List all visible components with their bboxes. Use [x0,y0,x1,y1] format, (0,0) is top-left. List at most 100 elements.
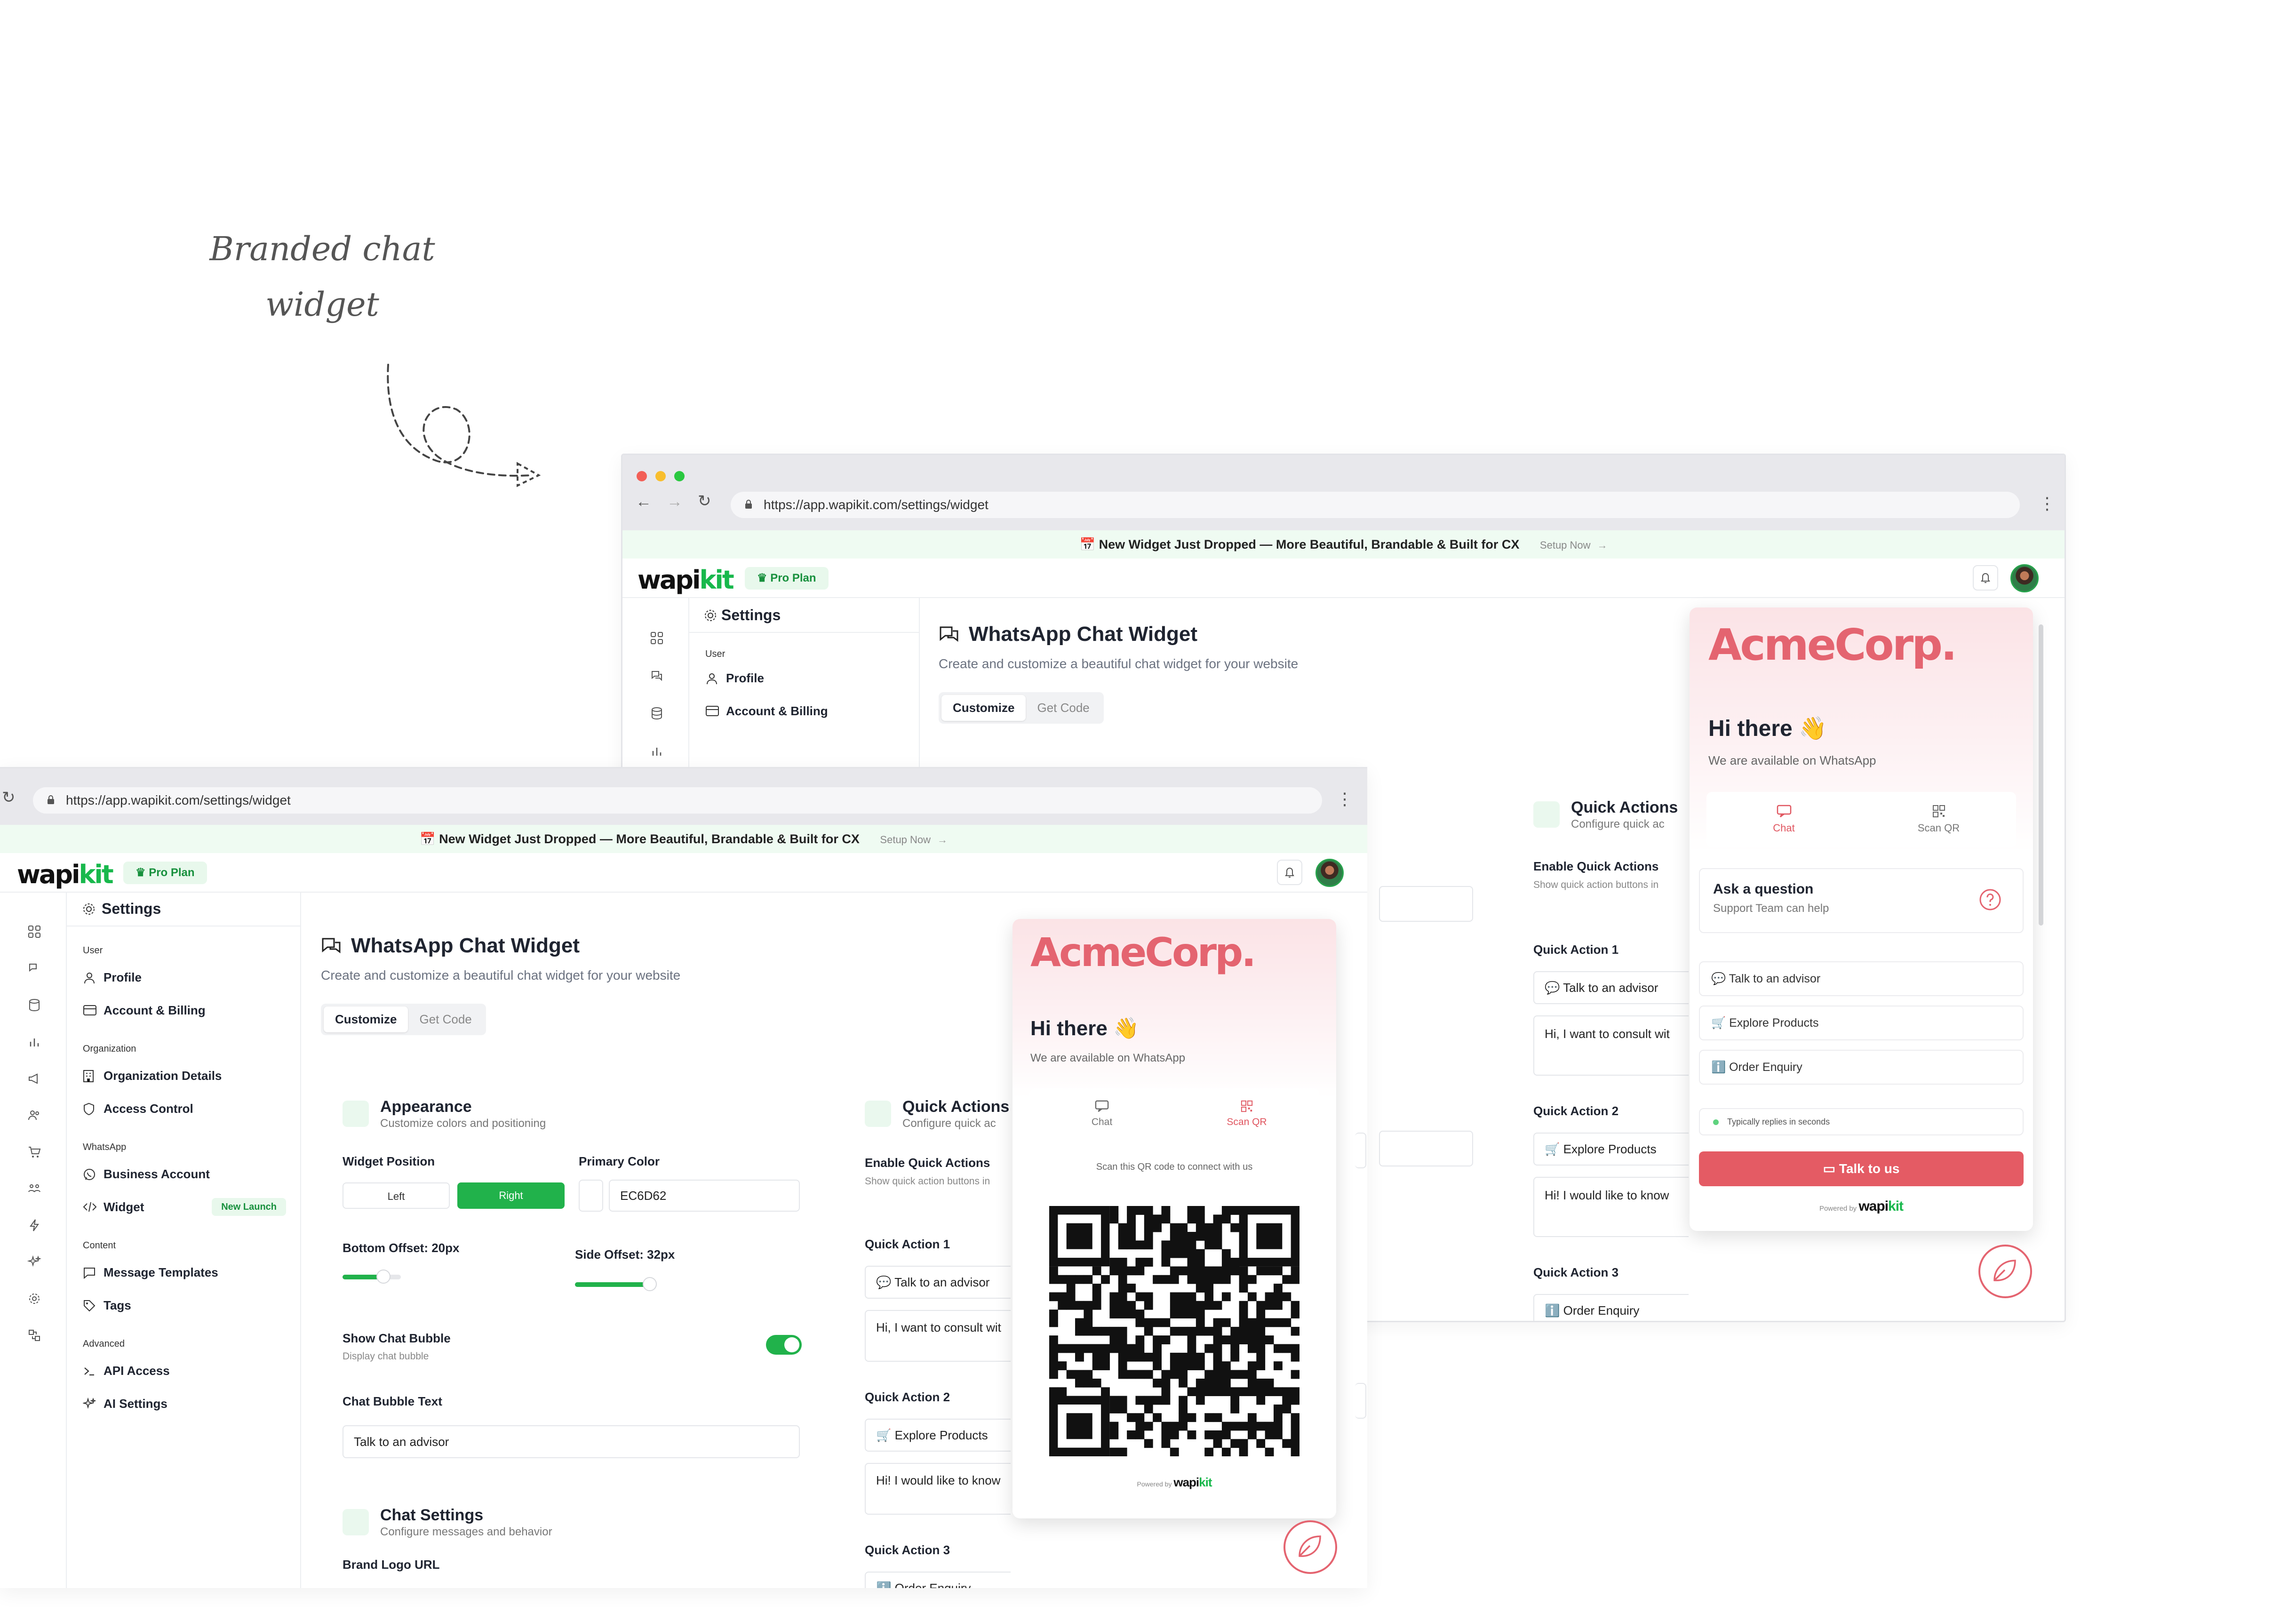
sidebar-item-access-control[interactable]: Access Control [66,1092,300,1125]
tab-customize[interactable]: Customize [941,695,1026,721]
user-icon [84,973,95,984]
qr-module [1196,1232,1205,1241]
leaf-icon [1299,1535,1321,1557]
scrollbar[interactable] [2039,624,2043,926]
quick-action-2-input[interactable]: 🛒 Explore Products [1533,1133,1689,1166]
pro-plan-badge[interactable]: ♛ Pro Plan [123,862,207,884]
tab-get-code[interactable]: Get Code [408,1006,483,1032]
quick-action-3-input[interactable]: ℹ️ Order Enquiry [865,1572,1011,1588]
quick-action-1-message[interactable]: Hi, I want to consult wit [1533,1015,1689,1076]
user-avatar[interactable] [1315,859,1344,887]
enable-quick-actions-hint: Show quick action buttons in [1533,879,1659,890]
primary-color-input[interactable]: EC6D62 [609,1180,800,1212]
sidebar-item-message-templates[interactable]: Message Templates [66,1256,300,1289]
qr-module [1213,1352,1222,1362]
user-avatar[interactable] [2010,564,2039,592]
show-chat-bubble-toggle[interactable] [766,1335,802,1355]
quick-action-2-message[interactable]: Hi! I would like to know [1533,1177,1689,1237]
url-bar[interactable]: https://app.wapikit.com/settings/widget [731,492,2020,518]
sidebar-item-account-billing[interactable]: Account & Billing [688,695,919,727]
widget-action-explore[interactable]: 🛒 Explore Products [1699,1006,2024,1040]
back-icon[interactable]: ← [636,493,652,511]
chat-icon[interactable] [650,669,664,683]
qr-module [1204,1292,1214,1302]
quick-action-3-input[interactable]: ℹ️ Order Enquiry [1533,1294,1689,1321]
database-icon[interactable] [27,998,41,1012]
widget-tab-scan-qr[interactable]: Scan QR [1861,792,2016,847]
sidebar-item-profile[interactable]: Profile [66,961,300,994]
wapikit-logo[interactable]: wapikit [17,860,114,889]
widget-action-order[interactable]: ℹ️ Order Enquiry [1699,1050,2024,1085]
tab-customize[interactable]: Customize [324,1006,408,1032]
notifications-button[interactable] [1277,860,1302,885]
pro-plan-badge[interactable]: ♛ Pro Plan [745,567,829,590]
setup-now-link[interactable]: Setup Now [1540,539,1591,551]
sidebar-item-organization-details[interactable]: Organization Details [66,1059,300,1092]
sidebar-item-business-account[interactable]: Business Account [66,1158,300,1190]
team-icon[interactable] [27,1182,41,1196]
card-icon [706,706,719,716]
forward-icon[interactable]: → [667,493,683,511]
analytics-icon[interactable] [650,744,664,758]
widget-tab-chat[interactable]: Chat [1029,1088,1174,1140]
side-offset-slider[interactable] [575,1277,657,1291]
chat-bubble-text-input[interactable]: Talk to an advisor [343,1425,800,1458]
widget-tab-scan-qr[interactable]: Scan QR [1174,1088,1319,1140]
integrations-icon[interactable] [27,1328,41,1342]
menu-icon[interactable]: ⋮ [1336,789,1353,809]
sidebar-item-ai-settings[interactable]: AI Settings [66,1387,300,1420]
url-bar-front[interactable]: https://app.wapikit.com/settings/widget [33,787,1322,814]
dashboard-icon[interactable] [650,631,664,645]
side-offset-knob[interactable] [643,1277,657,1291]
settings-icon[interactable] [27,1292,41,1306]
appearance-section: Appearance Customize colors and position… [343,1098,804,1458]
setup-now-link[interactable]: Setup Now [880,834,931,846]
hidden-field[interactable] [1379,886,1473,922]
cart-icon[interactable] [27,1145,41,1159]
quick-action-2-input[interactable]: 🛒 Explore Products [865,1419,1011,1452]
maximize-dot[interactable] [674,471,685,481]
minimize-dot[interactable] [655,471,666,481]
sidebar-item-widget[interactable]: Widget New Launch [66,1190,300,1223]
quick-action-2-message[interactable]: Hi! I would like to know [865,1463,1011,1515]
chat-icon[interactable] [27,961,41,975]
sidebar-item-tags[interactable]: Tags [66,1289,300,1322]
menu-icon[interactable]: ⋮ [2039,494,2056,513]
ask-question-card[interactable]: Ask a question Support Team can help [1699,868,2024,933]
position-right-button[interactable]: Right [457,1182,565,1209]
bottom-offset-knob[interactable] [376,1270,391,1284]
qr-module [1179,1266,1188,1276]
hidden-field-2[interactable] [1379,1131,1473,1166]
analytics-icon[interactable] [27,1035,41,1049]
talk-to-us-button[interactable]: ▭ Talk to us [1699,1151,2024,1186]
widget-action-talk[interactable]: 💬 Talk to an advisor [1699,961,2024,996]
bottom-offset-slider[interactable] [343,1270,401,1284]
quick-action-1-input[interactable]: 💬 Talk to an advisor [865,1266,1011,1299]
widget-launcher-back[interactable] [1978,1245,2032,1298]
quick-action-1-input[interactable]: 💬 Talk to an advisor [1533,971,1689,1004]
qr-module [1092,1292,1101,1302]
color-swatch[interactable] [579,1180,603,1212]
users-icon[interactable] [27,1108,41,1122]
sidebar-item-profile[interactable]: Profile [688,662,919,695]
tab-get-code[interactable]: Get Code [1026,695,1100,721]
zap-icon[interactable] [27,1218,41,1232]
sparkles-icon[interactable] [27,1255,41,1269]
sidebar-item-api-access[interactable]: API Access [66,1354,300,1387]
position-left-button[interactable]: Left [343,1182,450,1209]
widget-tab-chat[interactable]: Chat [1706,792,1861,847]
megaphone-icon[interactable] [27,1071,41,1086]
primary-color-label: Primary Color [579,1154,660,1168]
reload-icon[interactable]: ↻ [698,492,711,511]
wapikit-logo[interactable]: wapikit [638,565,734,595]
widget-launcher-front[interactable] [1284,1520,1337,1574]
dashboard-icon[interactable] [27,925,41,939]
quick-action-1-message[interactable]: Hi, I want to consult wit [865,1310,1011,1362]
qr-module [1170,1352,1179,1362]
close-dot[interactable] [637,471,647,481]
database-icon[interactable] [650,706,664,720]
notifications-button[interactable] [1973,565,1998,591]
sidebar-item-account-billing[interactable]: Account & Billing [66,994,300,1027]
reload-icon[interactable]: ↻ [2,788,16,807]
qr-module [1256,1310,1266,1318]
